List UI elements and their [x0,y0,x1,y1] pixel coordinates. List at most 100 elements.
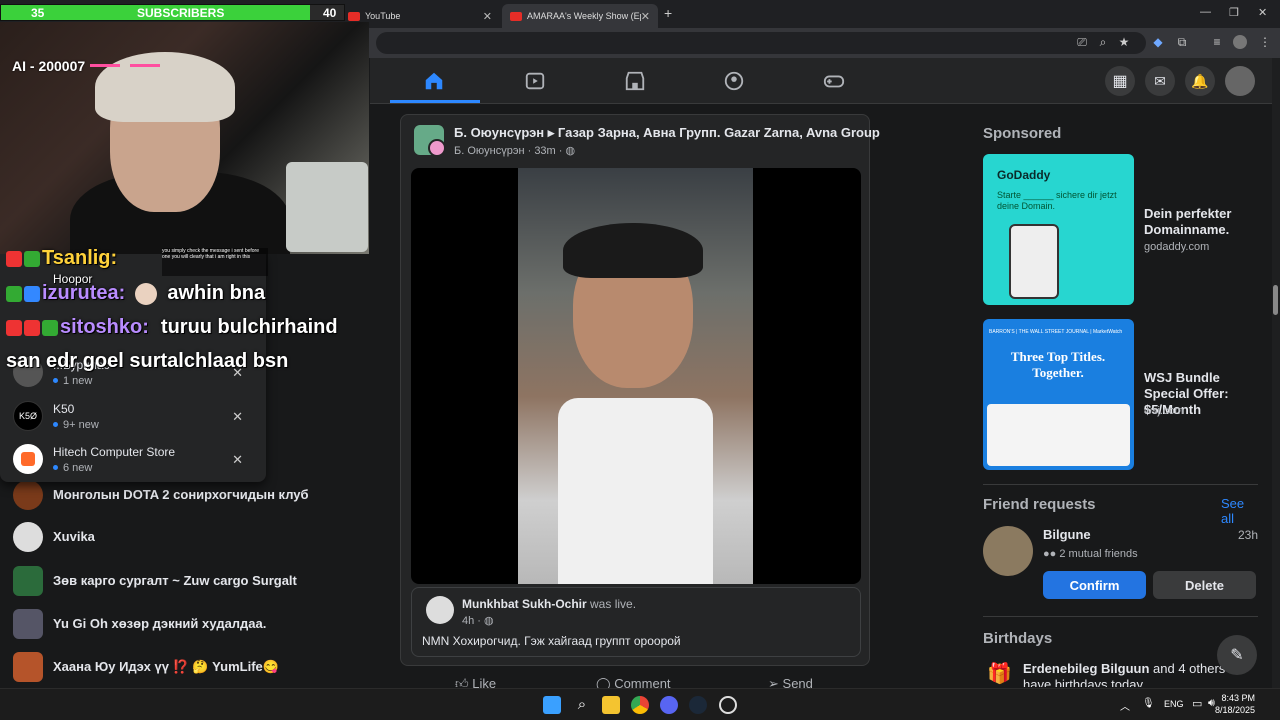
close-tab-icon[interactable]: ✕ [641,10,650,23]
birthday-text[interactable]: Erdenebileg Bilguun and 4 others have bi… [1023,661,1253,687]
discord-icon[interactable] [660,696,678,714]
home-icon[interactable] [423,70,445,92]
sidebar-item[interactable]: Хаана Юу Идэх үү ⁉️ 🤔 YumLife😋 [13,652,279,682]
friend-avatar[interactable] [983,526,1033,576]
youtube-icon [348,11,360,21]
video-player[interactable] [411,168,861,584]
ai-counter: AI - 200007 [12,58,86,74]
sub-badge-icon [24,285,40,302]
ad-url[interactable]: wsj.com [1144,405,1184,417]
shared-text: NMN Хохирогчид. Гэж хайгаад группт ороор… [422,634,681,648]
minimize-button[interactable]: — [1200,6,1211,18]
heart-badge-icon [6,250,22,267]
mutual-friends: ●● 2 mutual friends [1043,548,1138,560]
close-window-button[interactable]: ✕ [1258,6,1267,19]
puzzle-icon[interactable]: ⧉ [1175,35,1189,49]
account-avatar[interactable] [1225,66,1255,96]
group-avatar [13,652,43,682]
divider [983,616,1258,617]
subscriber-goal-bar: 35 SUBSCRIBERS 40 [0,4,345,21]
messenger-button[interactable]: ✉ [1145,66,1175,96]
windows-taskbar: ⌕ ︿ 🎙︎ ENG ▭ 🔊︎ 8:43 PM 8/18/2025 [0,688,1280,720]
fan [286,162,368,252]
gift-icon: 🎁 [987,663,1012,685]
shared-author-avatar[interactable] [426,596,454,624]
start-icon[interactable] [543,696,561,714]
youtube-icon [510,11,522,21]
compose-icon: ✎ [1230,647,1244,664]
close-tab-icon[interactable]: ✕ [483,10,492,23]
extension-icon[interactable]: ◆ [1151,35,1165,49]
notifications-button[interactable]: 🔔 [1185,66,1215,96]
system-clock[interactable]: 8:43 PM 8/18/2025 [1215,692,1255,716]
chevron-up-icon[interactable]: ︿ [1120,698,1130,713]
sidebar-item[interactable]: Зөв карго сургалт ~ Zuw cargo Surgalt [13,566,297,596]
tab-search-icon[interactable]: ≡ [1210,35,1224,49]
zoom-icon[interactable]: ⌕ [1096,35,1110,49]
menu-grid-button[interactable]: ▦ [1105,66,1135,96]
sidebar-item[interactable]: Xuvika [13,522,95,552]
steam-icon[interactable] [689,696,707,714]
gaming-icon[interactable] [823,70,845,92]
file-explorer-icon[interactable] [602,696,620,714]
chat-line: san edr goel surtalchlaad bsn [6,350,289,372]
godaddy-ad-image[interactable]: GoDaddy Starte ______ sichere dir jetzt … [983,154,1134,305]
language-indicator[interactable]: ENG [1164,699,1184,709]
rank-badge-icon [24,250,40,267]
nav-active-indicator [390,100,480,103]
scrollbar-thumb[interactable] [1273,285,1278,315]
author-avatar[interactable] [428,139,446,157]
popup-item[interactable]: K5Ø K50 9+ new ✕ [13,401,258,431]
close-icon[interactable]: ✕ [232,452,243,468]
streamer-hair [95,52,235,122]
ai-bar [90,64,120,67]
page-scrollbar[interactable] [1272,58,1280,688]
sidebar-item[interactable]: Yu Gi Oh хөзөр дэкний худалдаа. [13,609,266,639]
obs-icon[interactable] [719,696,737,714]
new-message-button[interactable]: ✎ [1217,635,1257,675]
see-all-link[interactable]: See all [1221,496,1258,526]
video-icon[interactable] [524,70,546,92]
profile-avatar[interactable] [1233,35,1247,49]
wsj-ad-image[interactable]: BARRON'S | THE WALL STREET JOURNAL | Mar… [983,319,1134,470]
phone-image [1009,224,1059,299]
group-avatar [13,609,43,639]
person-shirt [558,398,713,584]
chat-line: izurutea: awhin bna [6,282,265,305]
sponsored-heading: Sponsored [983,125,1062,142]
groups-icon[interactable] [723,70,745,92]
ad-url[interactable]: godaddy.com [1144,241,1209,253]
rank-badge-icon [6,285,22,302]
chrome-icon[interactable] [631,696,649,714]
emote-icon [135,282,158,305]
chat-line: Tsanlig: [6,247,117,270]
heart-badge-icon [6,319,22,336]
friend-name[interactable]: Bilgune [1043,527,1091,542]
ad-title[interactable]: Dein perfekter Domainname. [1144,206,1254,238]
group-avatar [13,480,43,510]
microphone-icon[interactable]: 🎙︎ [1142,698,1155,709]
close-icon[interactable]: ✕ [232,409,243,425]
sidebar-item[interactable]: Монголын DOTA 2 сонирхогчидын клуб [13,480,313,510]
k50-logo: K5Ø [13,401,43,431]
post-meta: Б. Оюунсүрэн · 33m · ◍ [454,145,576,157]
confirm-button[interactable]: Confirm [1043,571,1146,599]
bookmark-star-icon[interactable]: ★ [1117,35,1131,49]
maximize-button[interactable]: ❐ [1229,6,1239,19]
search-icon[interactable]: ⌕ [573,696,591,714]
volume-icon[interactable]: 🔊︎ [1208,697,1215,710]
messenger-icon: ✉ [1154,72,1166,89]
marketplace-icon[interactable] [624,70,646,92]
feed-post: Б. Оюунсүрэн ▸ Газар Зарна, Авна Групп. … [400,114,880,666]
delete-button[interactable]: Delete [1153,571,1256,599]
new-tab-button[interactable]: + [664,5,672,21]
cast-icon[interactable]: ⎚ [1075,35,1089,49]
shared-meta: 4h · ◍ [462,615,494,627]
tab-amaraa[interactable]: AMARAA's Weekly Show (Episo ✕ [502,4,658,28]
globe-icon: ◍ [565,145,576,157]
popup-item[interactable]: Hitech Computer Store 6 new ✕ [13,444,258,474]
network-icon[interactable]: ▭ [1192,697,1202,710]
menu-icon[interactable]: ⋮ [1258,35,1272,49]
chat-small-message: you simply check the message i sent befo… [162,248,268,276]
address-bar[interactable] [376,32,1146,54]
